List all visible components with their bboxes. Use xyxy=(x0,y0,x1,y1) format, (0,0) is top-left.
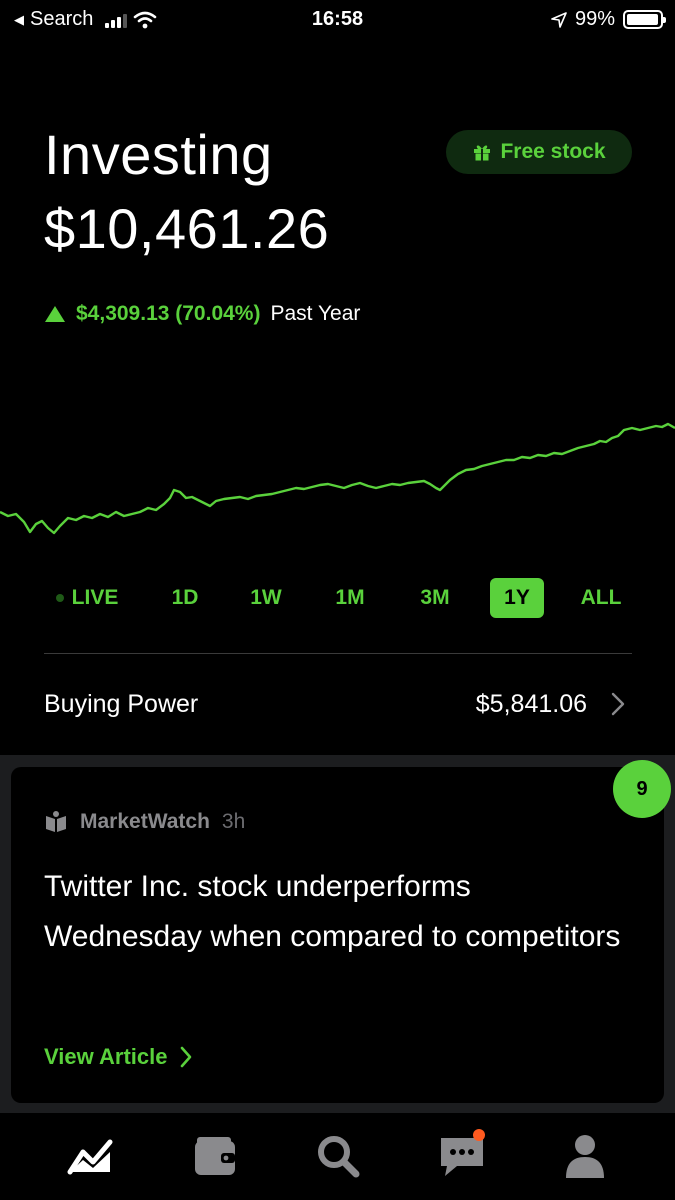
change-period: Past Year xyxy=(270,302,361,325)
news-headline[interactable]: Twitter Inc. stock underperforms Wednesd… xyxy=(44,862,634,962)
range-live[interactable]: LIVE xyxy=(52,578,122,618)
range-all[interactable]: ALL xyxy=(578,578,624,618)
tab-bar xyxy=(0,1113,675,1200)
notification-dot xyxy=(473,1129,485,1141)
range-1w[interactable]: 1W xyxy=(244,578,288,618)
portfolio-line xyxy=(0,422,675,535)
portfolio-change: $4,309.13 (70.04%) Past Year xyxy=(44,302,360,326)
wallet-icon xyxy=(195,1137,235,1175)
view-article-link[interactable]: View Article xyxy=(44,1044,192,1070)
battery-percent: 99% xyxy=(574,8,615,30)
range-1m[interactable]: 1M xyxy=(329,578,371,618)
range-live-label[interactable]: LIVE xyxy=(72,586,119,610)
range-selector: LIVE 1D 1W 1M 3M 1Y ALL xyxy=(44,578,632,618)
buying-power-value: $5,841.06 xyxy=(475,690,587,718)
buying-power-label: Buying Power xyxy=(44,690,199,718)
view-article-label[interactable]: View Article xyxy=(44,1044,168,1070)
status-bar: ◀ Search 16:58 99% xyxy=(0,0,675,38)
portfolio-chart[interactable] xyxy=(0,400,675,560)
chevron-right-icon xyxy=(180,1046,191,1068)
range-3m[interactable]: 3M xyxy=(414,578,456,618)
tab-home[interactable] xyxy=(65,1131,115,1181)
tab-search[interactable] xyxy=(313,1131,363,1181)
free-stock-button[interactable]: Free stock xyxy=(446,130,632,174)
free-stock-label[interactable]: Free stock xyxy=(500,140,605,164)
page-title: Investing xyxy=(44,123,273,186)
status-right: 99% xyxy=(551,8,666,31)
change-value: $4,309.13 (70.04%) xyxy=(76,302,261,325)
tab-messages[interactable] xyxy=(437,1129,487,1181)
gift-icon xyxy=(474,145,491,161)
account-icon xyxy=(566,1135,604,1178)
divider xyxy=(44,653,632,654)
news-count-badge[interactable]: 9 xyxy=(613,760,671,818)
news-source: MarketWatch 3h xyxy=(44,810,245,834)
news-age: 3h xyxy=(221,810,246,833)
range-1d[interactable]: 1D xyxy=(164,578,206,618)
live-dot-icon xyxy=(55,594,64,602)
search-icon xyxy=(318,1136,360,1178)
buying-power-row[interactable]: Buying Power $5,841.06 xyxy=(0,672,675,738)
portfolio-balance: $10,461.26 xyxy=(44,197,330,260)
marketwatch-logo-icon xyxy=(46,811,66,832)
home-chart-icon xyxy=(67,1139,113,1175)
chevron-right-icon xyxy=(611,692,625,716)
tab-account[interactable] xyxy=(560,1131,610,1181)
range-1y[interactable]: 1Y xyxy=(490,578,544,618)
news-source-name: MarketWatch xyxy=(80,810,210,833)
location-icon xyxy=(551,11,567,28)
battery-icon xyxy=(623,10,666,29)
tab-wallet[interactable] xyxy=(190,1131,240,1181)
up-triangle-icon xyxy=(45,306,65,322)
